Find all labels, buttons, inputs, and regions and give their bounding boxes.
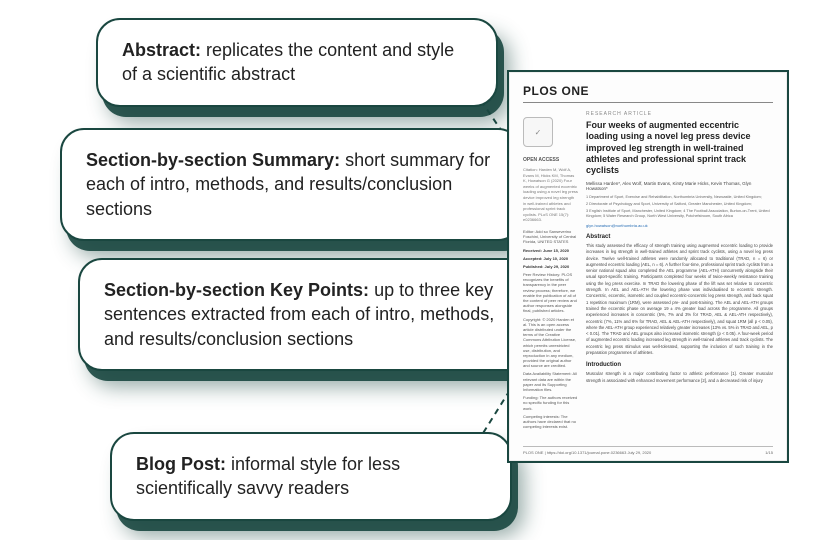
journal-brand: PLOS ONE [523, 84, 773, 103]
paper-main: RESEARCH ARTICLE Four weeks of augmented… [586, 111, 773, 432]
diagram-canvas: Abstract: replicates the content and sty… [0, 0, 819, 540]
paper-footer: PLOS ONE | https://doi.org/10.1371/journ… [523, 446, 773, 455]
check-for-updates-icon: ✓ [523, 117, 553, 147]
article-type: RESEARCH ARTICLE [586, 111, 773, 117]
accepted-meta: Accepted: July 10, 2020 [523, 256, 578, 261]
affiliation-3: 3 English Institute of Sport, Manchester… [586, 209, 773, 219]
bubble-key-points: Section-by-section Key Points: up to thr… [78, 258, 540, 371]
abstract-body: This study assessed the efficacy of stre… [586, 243, 773, 356]
competing-meta: Competing interests: The authors have de… [523, 414, 578, 430]
bubble-title: Abstract: [122, 40, 201, 60]
received-meta: Received: June 15, 2020 [523, 248, 578, 253]
paper-sidebar: ✓ OPEN ACCESS Citation: Harden M, Wolf A… [523, 111, 578, 432]
bubble-title: Blog Post: [136, 454, 226, 474]
bubble-blog-post: Blog Post: informal style for less scien… [110, 432, 512, 521]
bubble-title: Section-by-section Summary: [86, 150, 340, 170]
intro-body: Muscular strength is a major contributin… [586, 371, 773, 384]
copyright-meta: Copyright: © 2020 Harden et al. This is … [523, 317, 578, 369]
paper-title: Four weeks of augmented eccentric loadin… [586, 120, 773, 176]
intro-heading: Introduction [586, 362, 773, 368]
affiliation-1: 1 Department of Sport, Exercise and Reha… [586, 195, 773, 200]
peer-review-meta: Peer Review History: PLOS recognizes the… [523, 272, 578, 314]
data-availability-meta: Data Availability Statement: All relevan… [523, 371, 578, 392]
abstract-heading: Abstract [586, 234, 773, 240]
funding-meta: Funding: The authors received no specifi… [523, 395, 578, 411]
editor-meta: Editor: Add so Sanseverino Foschini, Uni… [523, 229, 578, 245]
bubble-abstract: Abstract: replicates the content and sty… [96, 18, 498, 107]
bubble-title: Section-by-section Key Points: [104, 280, 369, 300]
paper-authors: Mellissa Harden*, Alex Wolf, Martin Evan… [586, 181, 773, 191]
affiliation-2: 2 Directorate of Psychology and Sport, U… [586, 202, 773, 207]
citation-block: Citation: Harden M, Wolf A, Evans M, Hic… [523, 167, 578, 223]
bubble-section-summary: Section-by-section Summary: short summar… [60, 128, 522, 241]
footer-left: PLOS ONE | https://doi.org/10.1371/journ… [523, 450, 651, 455]
open-access-badge: OPEN ACCESS [523, 157, 578, 163]
footer-right: 1/15 [765, 450, 773, 455]
published-meta: Published: July 29, 2020 [523, 264, 578, 269]
correspondence-link: glyn.howatson@northumbria.ac.uk [586, 223, 773, 228]
paper-thumbnail: PLOS ONE ✓ OPEN ACCESS Citation: Harden … [507, 70, 789, 463]
